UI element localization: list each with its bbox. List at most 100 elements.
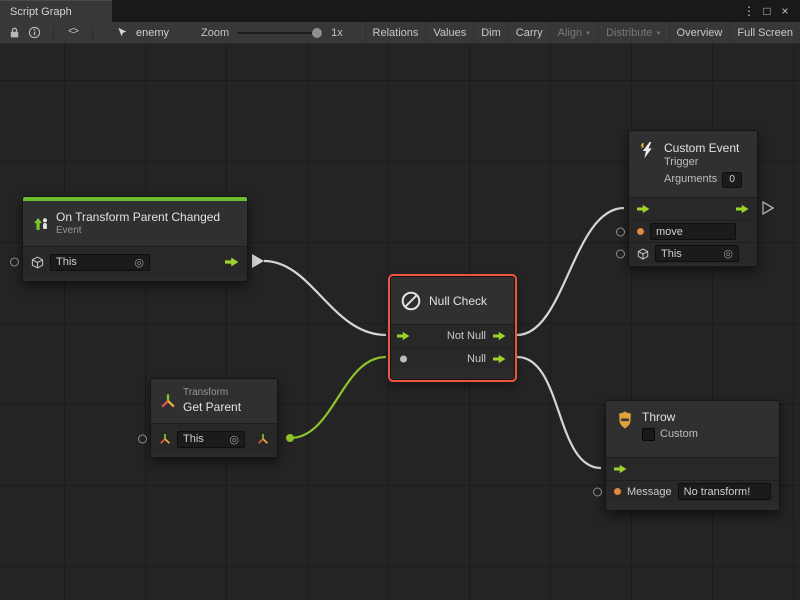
graph-breadcrumb[interactable]: enemy: [112, 23, 169, 43]
align-button[interactable]: Align ▼: [550, 22, 598, 43]
target-input-port[interactable]: [616, 249, 625, 258]
toolbar-separator: [53, 26, 54, 40]
name-input-port[interactable]: [616, 227, 625, 236]
transform-type-icon: [159, 433, 171, 445]
node-throw[interactable]: Throw Custom Message No transform!: [605, 400, 780, 511]
zoom-knob[interactable]: [312, 28, 322, 38]
node-row-this: This ◎: [23, 247, 247, 277]
null-check-icon: [400, 290, 422, 312]
node-title: Throw: [642, 410, 698, 425]
graph-canvas[interactable]: On Transform Parent Changed Event This ◎: [0, 44, 800, 600]
node-category: Custom Event: [664, 141, 742, 156]
window-controls: ⋮ □ ×: [740, 0, 800, 22]
this-value: This: [183, 433, 204, 445]
lock-icon[interactable]: [4, 23, 24, 43]
cube-icon: [637, 248, 649, 260]
value-input-port[interactable]: [400, 355, 407, 362]
this-value: This: [56, 256, 77, 268]
transform-icon: [160, 393, 176, 409]
object-picker-icon[interactable]: ◎: [134, 256, 144, 269]
arguments-label: Arguments: [664, 173, 717, 187]
node-title: On Transform Parent Changed: [56, 210, 220, 225]
node-trigger-custom-event[interactable]: Custom Event Trigger Arguments 0 move: [628, 130, 758, 267]
wire-notnull-to-customevent[interactable]: [517, 208, 624, 335]
arguments-field[interactable]: 0: [722, 172, 742, 188]
null-output-port[interactable]: [493, 354, 506, 364]
carry-button[interactable]: Carry: [508, 22, 550, 43]
tab-title: Script Graph: [10, 6, 72, 18]
customevent-output-triangle[interactable]: [763, 202, 773, 214]
unity-script-graph-window: Script Graph ⋮ □ × <> enemy Zoom: [0, 0, 800, 600]
control-input-port[interactable]: [397, 331, 410, 341]
custom-label: Custom: [660, 428, 698, 442]
this-value: This: [661, 248, 682, 260]
node-header: On Transform Parent Changed Event: [23, 201, 247, 247]
node-header: Custom Event Trigger Arguments 0: [629, 131, 757, 198]
message-field[interactable]: No transform!: [678, 483, 771, 500]
arguments-row: Arguments 0: [664, 172, 742, 188]
transform-parent-changed-icon: [32, 215, 49, 232]
node-null-check[interactable]: Null Check Not Null Null: [390, 276, 515, 380]
message-input-port[interactable]: [593, 487, 602, 496]
custom-option-row: Custom: [642, 428, 698, 442]
event-name-value: move: [656, 226, 683, 238]
graph-name: enemy: [136, 27, 169, 39]
notnull-output-port[interactable]: [493, 331, 506, 341]
wire-getparent-to-nullcheck[interactable]: [290, 357, 386, 438]
control-output-port[interactable]: [225, 257, 239, 267]
control-input-port[interactable]: [614, 464, 627, 474]
cube-icon: [31, 256, 44, 269]
custom-checkbox[interactable]: [642, 428, 655, 441]
control-output-port[interactable]: [736, 204, 749, 214]
node-row-ports: [606, 458, 779, 480]
throw-icon: [615, 410, 635, 430]
fullscreen-button[interactable]: Full Screen: [729, 22, 800, 43]
node-header: Null Check: [391, 277, 514, 325]
wire-event-to-nullcheck[interactable]: [264, 261, 386, 335]
chevron-down-icon: ▼: [585, 31, 591, 37]
transform-output-port[interactable]: [257, 433, 269, 445]
zoom-label: Zoom: [201, 27, 229, 39]
port-label: Not Null: [447, 330, 486, 342]
zoom-slider[interactable]: [237, 32, 323, 34]
code-glyph: <>: [68, 27, 78, 38]
node-row-message: Message No transform!: [606, 480, 779, 502]
code-icon[interactable]: <>: [63, 23, 83, 43]
this-dropdown[interactable]: This ◎: [177, 431, 245, 448]
window-tabbar: Script Graph ⋮ □ ×: [0, 0, 800, 22]
custom-event-icon: [638, 141, 657, 160]
object-picker-icon[interactable]: ◎: [229, 433, 239, 446]
menu-icon[interactable]: ⋮: [740, 4, 758, 18]
control-input-port[interactable]: [637, 204, 650, 214]
zoom-value: 1x: [331, 27, 343, 39]
toolbar-separator: [92, 26, 93, 40]
object-picker-icon[interactable]: ◎: [723, 247, 733, 260]
event-output-triangle[interactable]: [252, 254, 264, 268]
distribute-button[interactable]: Distribute ▼: [598, 22, 668, 43]
relations-button[interactable]: Relations: [365, 22, 426, 43]
close-icon[interactable]: ×: [776, 4, 794, 18]
node-title: Get Parent: [183, 400, 241, 415]
node-header: Throw Custom: [606, 401, 779, 458]
values-button[interactable]: Values: [425, 22, 473, 43]
node-on-transform-parent-changed[interactable]: On Transform Parent Changed Event This ◎: [22, 196, 248, 282]
event-name-field[interactable]: move: [650, 223, 736, 240]
overview-button[interactable]: Overview: [669, 22, 730, 43]
node-row-ports: [629, 198, 757, 220]
message-value: No transform!: [684, 486, 751, 498]
this-dropdown[interactable]: This ◎: [655, 245, 739, 262]
wire-null-to-throw[interactable]: [517, 357, 601, 468]
self-input-port[interactable]: [138, 435, 147, 444]
maximize-icon[interactable]: □: [758, 4, 776, 18]
node-category: Transform: [183, 387, 241, 400]
node-row-this: This ◎: [629, 242, 757, 264]
graph-toolbar: <> enemy Zoom 1x Relations Values Dim Ca…: [0, 22, 800, 44]
info-icon[interactable]: [24, 23, 44, 43]
tab-script-graph[interactable]: Script Graph: [0, 0, 112, 22]
this-dropdown[interactable]: This ◎: [50, 254, 150, 271]
node-row-this: This ◎: [151, 424, 277, 454]
self-input-port[interactable]: [10, 258, 19, 267]
dim-button[interactable]: Dim: [473, 22, 508, 43]
node-title: Trigger: [664, 156, 742, 170]
node-get-parent[interactable]: Transform Get Parent This ◎: [150, 378, 278, 458]
